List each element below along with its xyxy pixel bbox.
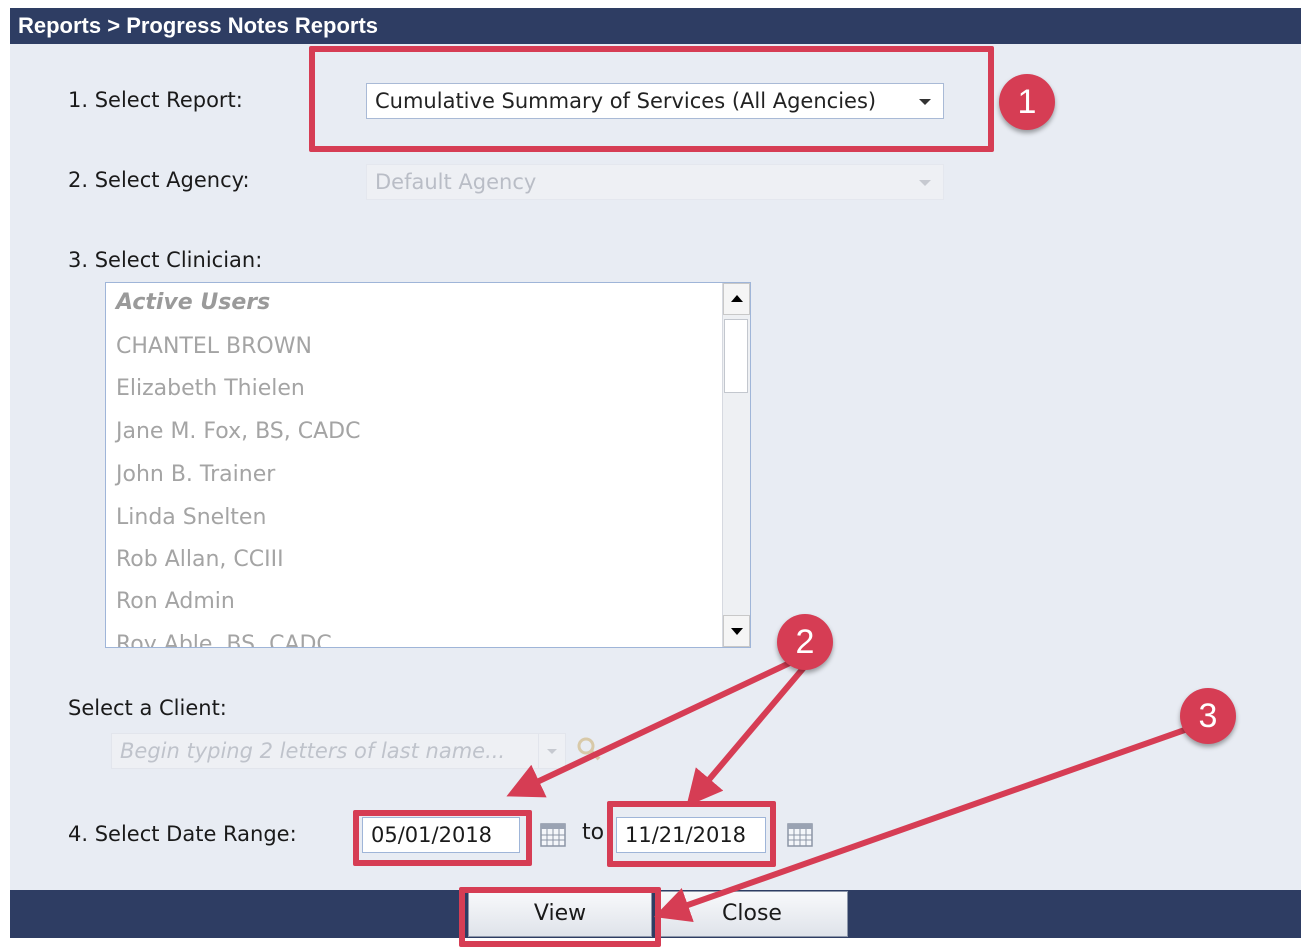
annotation-badge-3: 3	[1180, 688, 1236, 744]
annotation-badge-1: 1	[999, 74, 1055, 130]
annotation-badge-2: 2	[777, 614, 833, 670]
arrow-to-view-button	[653, 723, 1197, 922]
annotation-arrows	[506, 657, 1197, 922]
